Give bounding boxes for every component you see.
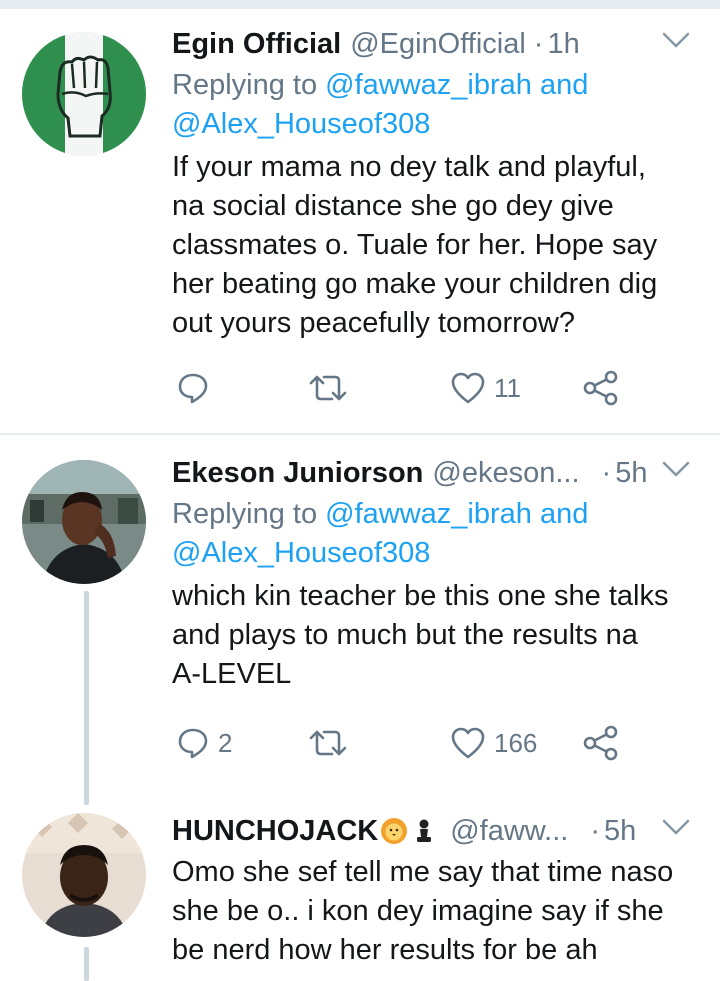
replying-to-and[interactable]: and: [540, 498, 588, 530]
tweet-header: Egin Official @EginOfficial · 1h: [172, 22, 692, 66]
replying-to-user-link[interactable]: @Alex_Houseof308: [172, 537, 430, 569]
user-handle[interactable]: @EginOfficial: [350, 28, 526, 61]
chevron-down-icon[interactable]: [660, 455, 692, 483]
tweet-text-line: her beating go make your children dig: [172, 268, 658, 300]
tweet-text-line: A-LEVEL: [172, 658, 292, 690]
reply-button[interactable]: [176, 366, 218, 410]
tweet-hunchojack[interactable]: HUNCHOJACK @faww... · 5h Omo she sef tel…: [0, 805, 720, 981]
reply-count: 2: [218, 727, 233, 758]
tweet-egin-official[interactable]: Egin Official @EginOfficial · 1h Replyin…: [0, 0, 720, 433]
replying-to-user-link[interactable]: @fawwaz_ibrah: [325, 498, 532, 530]
avatar[interactable]: [22, 813, 146, 937]
chevron-down-icon[interactable]: [660, 26, 692, 54]
like-button[interactable]: 11: [450, 366, 521, 410]
timestamp[interactable]: 1h: [547, 28, 579, 61]
share-button[interactable]: [582, 366, 620, 410]
share-icon: [583, 725, 618, 761]
thread-connector: [84, 591, 89, 805]
retweet-icon: [309, 730, 347, 756]
tweet-text-line: which kin teacher be this one she talks: [172, 580, 669, 612]
avatar-photo-image: [22, 460, 146, 584]
tweet-text: which kin teacher be this one she talks …: [172, 577, 692, 694]
tweet-text-line: she be o.. i kon dey imagine say if she: [172, 895, 664, 927]
user-handle[interactable]: @faww...: [450, 815, 568, 848]
tweet-text-line: If your mama no dey talk and playful,: [172, 151, 646, 183]
tweet-header: HUNCHOJACK @faww... · 5h: [172, 809, 692, 853]
like-count: 166: [494, 727, 538, 758]
tweet-actions: 11: [172, 366, 632, 410]
tweet-text-line: classmates o. Tuale for her. Hope say: [172, 229, 658, 261]
tweet-actions: 2 166: [172, 721, 632, 765]
separator-dot: ·: [601, 456, 612, 489]
reply-button[interactable]: 2: [176, 721, 232, 765]
replying-to: Replying to @fawwaz_ibrah and @Alex_Hous…: [172, 66, 692, 144]
avatar[interactable]: [22, 460, 146, 584]
like-icon: [451, 372, 485, 404]
tweet-ekeson-juniorson[interactable]: Ekeson Juniorson @ekeson... · 5h Replyin…: [0, 435, 720, 805]
replying-to-label: Replying to: [172, 498, 318, 530]
display-name[interactable]: HUNCHOJACK: [172, 815, 378, 848]
tweet-text-line: and plays to much but the results na: [172, 619, 638, 651]
tweet-text-line: na social distance she go dey give: [172, 190, 614, 222]
avatar-fist-flag-image: [22, 32, 146, 156]
avatar[interactable]: [22, 32, 146, 156]
display-name[interactable]: Ekeson Juniorson: [172, 457, 423, 490]
display-name[interactable]: Egin Official: [172, 28, 341, 61]
tweet-text-line: be nerd how her results for be ah: [172, 934, 598, 966]
tweet-text: Omo she sef tell me say that time naso s…: [172, 853, 692, 970]
separator-dot: ·: [533, 27, 544, 60]
replying-to-label: Replying to: [172, 69, 318, 101]
replying-to-user-link[interactable]: @fawwaz_ibrah: [325, 69, 532, 101]
retweet-button[interactable]: [308, 366, 356, 410]
tweet-text-line: out yours peacefully tomorrow?: [172, 307, 575, 339]
lion-face-icon: [381, 818, 408, 844]
replying-to: Replying to @fawwaz_ibrah and @Alex_Hous…: [172, 495, 692, 573]
retweet-button[interactable]: [308, 721, 356, 765]
timestamp[interactable]: 5h: [604, 815, 636, 848]
replying-to-user-link[interactable]: @Alex_Houseof308: [172, 108, 430, 140]
separator-dot: ·: [590, 814, 600, 847]
share-icon: [583, 370, 618, 406]
thread-connector: [84, 947, 89, 981]
avatar-photo-image: [22, 813, 146, 937]
chevron-down-icon[interactable]: [660, 813, 692, 841]
reply-icon: [178, 728, 208, 759]
tweet-text-line: Omo she sef tell me say that time naso: [172, 856, 674, 888]
replying-to-and[interactable]: and: [540, 69, 588, 101]
timestamp[interactable]: 5h: [615, 457, 647, 490]
reply-icon: [178, 373, 208, 404]
share-button[interactable]: [582, 721, 620, 765]
retweet-icon: [309, 375, 347, 401]
tweet-content: Egin Official @EginOfficial · 1h Replyin…: [172, 22, 692, 343]
chess-pawn-icon: [417, 819, 432, 842]
like-icon: [451, 727, 485, 759]
tweet-content: HUNCHOJACK @faww... · 5h Omo she sef tel…: [172, 809, 692, 970]
like-count: 11: [494, 372, 521, 403]
tweet-header: Ekeson Juniorson @ekeson... · 5h: [172, 451, 692, 495]
tweet-content: Ekeson Juniorson @ekeson... · 5h Replyin…: [172, 451, 692, 694]
like-button[interactable]: 166: [450, 721, 537, 765]
user-handle[interactable]: @ekeson...: [432, 457, 579, 490]
tweet-text: If your mama no dey talk and playful, na…: [172, 148, 692, 343]
